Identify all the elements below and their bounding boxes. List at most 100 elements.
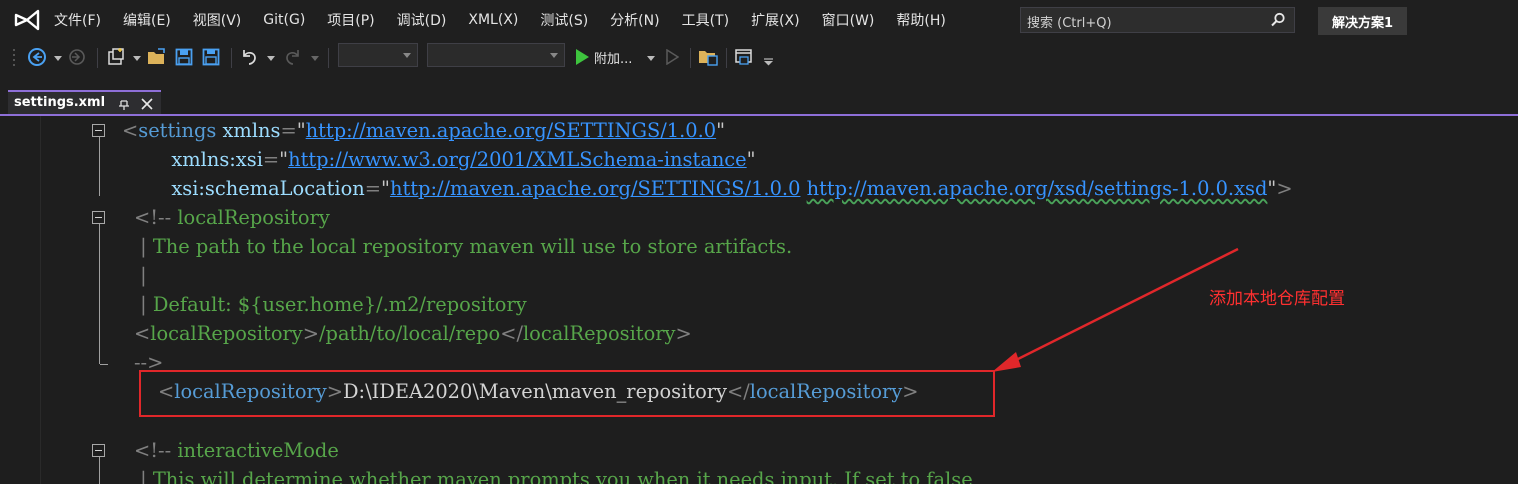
editor-margin [40, 116, 41, 484]
open-folder-button[interactable] [697, 46, 719, 68]
code-line[interactable]: <localRepository>/path/to/local/repo</lo… [134, 319, 692, 348]
outline-end-tick [100, 364, 108, 365]
forward-icon [69, 49, 85, 65]
code-line[interactable]: | This will determine whether maven prom… [134, 465, 979, 484]
code-token: " [381, 177, 390, 200]
code-token: http://www.w3.org/2001/XMLSchema-instanc… [288, 148, 747, 171]
menu-item-3[interactable]: Git(G) [263, 12, 305, 28]
menu-item-1[interactable]: 编辑(E) [123, 10, 171, 30]
menu-item-7[interactable]: 测试(S) [540, 10, 588, 30]
new-item-dropdown-icon[interactable] [133, 56, 141, 62]
redo-icon [286, 50, 299, 65]
code-line[interactable]: | Default: ${user.home}/.m2/repository [134, 290, 527, 319]
code-line[interactable]: xsi:schemaLocation="http://maven.apache.… [122, 174, 1292, 203]
code-line[interactable]: xmlns:xsi="http://www.w3.org/2001/XMLSch… [122, 145, 756, 174]
code-token: < [122, 119, 139, 142]
new-item-button[interactable] [104, 46, 128, 68]
tab-settings-xml[interactable]: settings.xml [8, 90, 161, 116]
outline-guide [99, 224, 100, 364]
undo-button[interactable] [238, 46, 260, 68]
search-box[interactable]: 搜索 (Ctrl+Q) [1020, 7, 1295, 33]
forward-button[interactable] [66, 46, 88, 68]
collapse-comment-toggle[interactable] [92, 211, 105, 224]
search-placeholder: 搜索 (Ctrl+Q) [1027, 16, 1112, 31]
code-token: The path to the local repository maven w… [152, 235, 793, 258]
toolbar-grip-icon[interactable] [12, 48, 16, 70]
code-token: | [134, 235, 153, 258]
code-token: settings [138, 119, 217, 142]
document-tab-strip: settings.xml [0, 74, 1518, 116]
back-icon [28, 48, 46, 66]
toolbar-separator [97, 48, 98, 68]
code-token: xmlns:xsi [171, 148, 263, 171]
visual-studio-logo-icon[interactable] [14, 8, 40, 32]
platform-dropdown[interactable] [427, 43, 565, 67]
close-icon[interactable] [140, 97, 154, 111]
toolbar-overflow-icon[interactable] [764, 58, 773, 66]
new-item-icon [108, 48, 124, 65]
redo-dropdown-icon[interactable] [311, 56, 319, 62]
code-line[interactable]: | [134, 261, 147, 290]
attach-dropdown-icon[interactable] [647, 56, 655, 62]
configuration-dropdown[interactable] [338, 43, 418, 67]
undo-dropdown-icon[interactable] [267, 56, 275, 62]
attach-button[interactable]: 附加... [574, 46, 654, 68]
tab-title: settings.xml [14, 95, 106, 110]
attach-label: 附加... [594, 51, 633, 67]
code-token: < [134, 322, 151, 345]
toolbar-separator [690, 48, 691, 68]
collapse-comment-toggle-2[interactable] [92, 444, 105, 457]
menu-item-10[interactable]: 扩展(X) [751, 10, 800, 30]
window-layout-button[interactable] [733, 46, 755, 68]
start-without-debugging-button[interactable] [662, 46, 682, 68]
redo-button[interactable] [282, 46, 304, 68]
toolbar-separator [726, 48, 727, 68]
save-button[interactable] [173, 46, 195, 68]
menu-item-9[interactable]: 工具(T) [682, 10, 729, 30]
code-editor[interactable]: <settings xmlns="http://maven.apache.org… [0, 116, 1518, 484]
open-button[interactable] [146, 46, 168, 68]
back-dropdown-icon[interactable] [54, 56, 62, 62]
solution-name-button[interactable]: 解决方案1 [1318, 7, 1407, 35]
menu-item-12[interactable]: 帮助(H) [896, 10, 945, 30]
outline-guide [99, 456, 100, 484]
code-line[interactable]: | The path to the local repository maven… [134, 232, 792, 261]
code-token: " [746, 148, 756, 171]
code-token: | [134, 468, 153, 484]
code-token: This will determine whether maven prompt… [152, 468, 979, 484]
outline-guide [99, 136, 100, 196]
code-line[interactable]: <settings xmlns="http://maven.apache.org… [122, 116, 725, 145]
code-token: localRepository [171, 206, 330, 229]
code-token: = [262, 148, 280, 171]
code-token: <!-- [134, 206, 172, 229]
menu-item-2[interactable]: 视图(V) [193, 10, 242, 30]
annotation-text: 添加本地仓库配置 [1209, 289, 1345, 309]
code-token: </ [500, 322, 523, 345]
pin-icon[interactable] [118, 97, 130, 111]
chevron-down-icon [550, 53, 558, 58]
save-all-button[interactable] [200, 46, 222, 68]
back-button[interactable] [26, 46, 48, 68]
menu-item-8[interactable]: 分析(N) [610, 10, 659, 30]
code-token: = [364, 177, 382, 200]
code-token: interactiveMode [171, 439, 339, 462]
menu-item-11[interactable]: 窗口(W) [822, 10, 875, 30]
menu-item-4[interactable]: 项目(P) [327, 10, 374, 30]
save-icon [175, 48, 193, 66]
window-layout-icon [735, 49, 752, 65]
code-token: | [134, 264, 147, 287]
menu-item-5[interactable]: 调试(D) [397, 10, 447, 30]
code-line[interactable]: <!-- interactiveMode [134, 436, 339, 465]
code-line[interactable]: <!-- localRepository [134, 203, 330, 232]
start-icon [576, 49, 589, 65]
menu-item-0[interactable]: 文件(F) [54, 10, 101, 30]
code-token: " [279, 148, 289, 171]
menu-item-6[interactable]: XML(X) [468, 12, 518, 28]
collapse-settings-toggle[interactable] [92, 124, 105, 137]
toolbar-separator [328, 48, 329, 68]
code-token: localRepository [522, 322, 676, 345]
code-token: <!-- [134, 439, 172, 462]
code-token: > [302, 322, 320, 345]
